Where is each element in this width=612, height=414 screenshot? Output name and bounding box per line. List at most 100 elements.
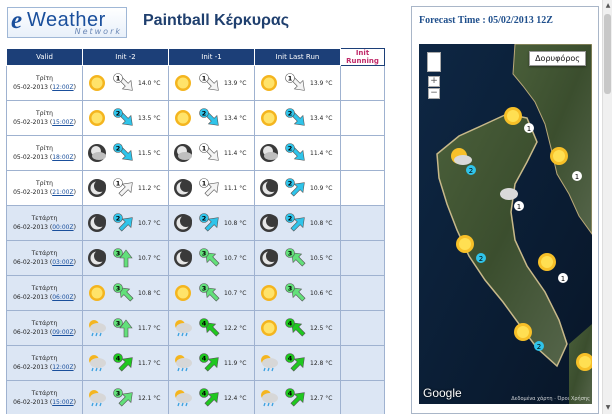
scroll-down-arrow-icon[interactable]: ▼ (603, 402, 612, 414)
satellite-button[interactable]: Δορυφόρος (529, 51, 586, 66)
svg-text:1: 1 (561, 275, 565, 283)
temperature: 13.4 °C (310, 114, 333, 122)
svg-text:2: 2 (116, 110, 121, 118)
running-cell (340, 170, 385, 206)
forecast-table-container: Valid Init -2 Init -1 Init Last Run Init… (6, 48, 386, 414)
wind-arrow-icon: 1 (199, 178, 219, 197)
cloud-rain-icon (261, 355, 278, 372)
svg-text:2: 2 (288, 145, 293, 153)
cloud-rain-icon (89, 355, 106, 372)
scroll-up-arrow-icon[interactable]: ▲ (603, 0, 612, 12)
valid-cell: Τετάρτη 06-02-2013 (09:00Z) (6, 310, 83, 346)
valid-time-link[interactable]: 12:00Z (52, 364, 73, 371)
valid-cell: Τετάρτη 06-02-2013 (00:00Z) (6, 205, 83, 241)
eweather-logo[interactable]: e Weather Network (7, 7, 127, 38)
header-init-last-run: Init Last Run (254, 48, 341, 66)
sunny-icon (89, 110, 105, 126)
google-logo[interactable]: Google (423, 386, 462, 400)
street-view-pegman-icon[interactable] (427, 52, 441, 72)
scroll-thumb[interactable] (604, 14, 611, 94)
wind-arrow-icon: 4 (285, 353, 305, 372)
valid-cell: Τετάρτη 06-02-2013 (12:00Z) (6, 345, 83, 381)
temperature: 11.1 °C (224, 184, 247, 192)
sunny-icon (261, 110, 277, 126)
valid-date: 05-02-2013 (13, 119, 48, 126)
valid-time-link[interactable]: 09:00Z (52, 329, 73, 336)
svg-text:1: 1 (517, 203, 521, 211)
valid-time-link[interactable]: 21:00Z (52, 189, 73, 196)
zoom-in-button[interactable]: + (428, 76, 440, 87)
temperature: 12.5 °C (310, 324, 333, 332)
forecast-cell: 3 10.7 °C (168, 275, 255, 311)
header-init-1: Init -1 (168, 48, 255, 66)
forecast-cell: 2 11.4 °C (254, 135, 341, 171)
table-row: Τετάρτη 06-02-2013 (12:00Z) 4 11.7 °C 4 11.9 … (6, 345, 385, 381)
wind-arrow-icon: 4 (285, 318, 306, 337)
cloud-rain-icon (175, 390, 192, 407)
cloud-rain-icon (261, 390, 278, 407)
temperature: 12.2 °C (224, 324, 247, 332)
svg-text:1: 1 (116, 75, 121, 83)
temperature: 13.9 °C (224, 79, 247, 87)
zoom-out-button[interactable]: − (428, 88, 440, 99)
valid-day: Τετάρτη (31, 285, 58, 292)
forecast-cell: 3 10.8 °C (82, 275, 169, 311)
table-row: Τετάρτη 06-02-2013 (00:00Z) 2 10.7 °C 2 10.8 … (6, 205, 385, 241)
svg-text:2: 2 (116, 145, 121, 153)
valid-time-link[interactable]: 15:00Z (52, 399, 73, 406)
svg-text:1: 1 (527, 125, 531, 133)
temperature: 11.7 °C (138, 324, 161, 332)
forecast-cell: 3 10.7 °C (82, 240, 169, 276)
forecast-cell: 4 12.5 °C (254, 310, 341, 346)
wind-arrow-icon: 2 (285, 178, 305, 197)
valid-time-link[interactable]: 15:00Z (52, 119, 73, 126)
valid-time-link[interactable]: 00:00Z (52, 224, 73, 231)
svg-text:2: 2 (288, 180, 293, 188)
moon-icon (174, 179, 192, 197)
valid-time-link[interactable]: 03:00Z (52, 259, 73, 266)
forecast-cell: 1 13.9 °C (168, 65, 255, 101)
svg-text:1: 1 (202, 145, 207, 153)
svg-text:2: 2 (469, 167, 473, 175)
temperature: 11.4 °C (224, 149, 247, 157)
valid-time-link[interactable]: 18:00Z (52, 154, 73, 161)
wind-arrow-icon: 2 (285, 213, 305, 232)
svg-text:3: 3 (202, 250, 207, 258)
svg-text:4: 4 (288, 390, 293, 398)
cloud-rain-icon (89, 390, 106, 407)
table-header-row: Valid Init -2 Init -1 Init Last Run Init… (6, 48, 385, 66)
svg-text:1: 1 (575, 173, 579, 181)
moon-icon (88, 214, 106, 232)
wind-arrow-icon: 2 (199, 108, 219, 126)
page: e Weather Network Paintball Κέρκυρας Val… (0, 0, 612, 414)
logo-letter: e (11, 7, 23, 34)
logo-sub: Network (74, 27, 122, 36)
valid-cell: Τετάρτη 06-02-2013 (03:00Z) (6, 240, 83, 276)
wind-arrow-icon: 1 (113, 178, 133, 197)
cloud-rain-icon (89, 320, 106, 337)
svg-text:4: 4 (288, 320, 293, 328)
valid-time-link[interactable]: 12:00Z (52, 84, 73, 91)
sunny-icon (89, 75, 105, 91)
temperature: 12.7 °C (310, 394, 333, 402)
forecast-cell: 1 14.0 °C (82, 65, 169, 101)
wind-arrow-icon: 4 (285, 388, 305, 407)
wind-arrow-icon: 3 (285, 248, 306, 267)
valid-day: Τετάρτη (31, 250, 58, 257)
table-row: Τετάρτη 06-02-2013 (15:00Z) 3 12.1 °C 4 12.4 … (6, 380, 385, 414)
cloud-rain-icon (175, 320, 192, 337)
valid-time-link[interactable]: 06:00Z (52, 294, 73, 301)
temperature: 11.9 °C (224, 359, 247, 367)
wind-arrow-icon: 3 (113, 318, 133, 338)
header-valid: Valid (6, 48, 83, 66)
satellite-map[interactable]: 1 2 1 1 2 1 2 + − Δορυφόρος Google Δεδομ… (419, 44, 592, 404)
wind-arrow-icon: 2 (285, 143, 305, 161)
temperature: 11.7 °C (138, 359, 161, 367)
wind-arrow-icon: 3 (285, 283, 306, 302)
map-attribution[interactable]: Δεδομένα χάρτη · Όροι Χρήσης (511, 396, 590, 402)
svg-text:3: 3 (116, 250, 121, 258)
page-scrollbar[interactable]: ▲ ▼ (602, 0, 612, 414)
valid-day: Τετάρτη (31, 355, 58, 362)
running-cell (340, 65, 385, 101)
wind-arrow-icon: 3 (113, 283, 134, 302)
